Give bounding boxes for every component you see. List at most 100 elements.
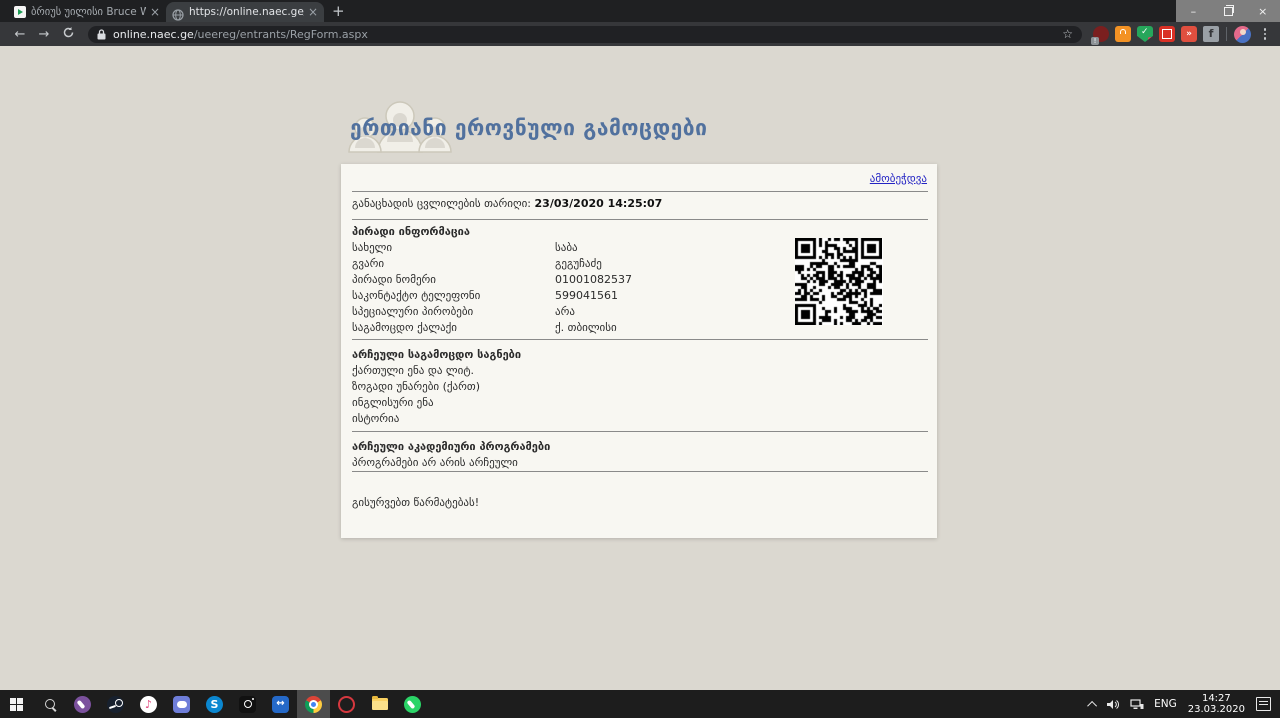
minimize-button[interactable]: – <box>1176 0 1211 22</box>
new-tab-button[interactable]: + <box>332 4 345 19</box>
application-date-line: განაცხადის ცვლილების თარიღი: 23/03/2020 … <box>352 197 662 210</box>
teamviewer-icon: ↔ <box>272 696 289 713</box>
network-icon <box>1130 699 1144 710</box>
row-label: საკონტაქტო ტელეფონი <box>352 288 555 304</box>
row-value: ქ. თბილისი <box>555 320 617 336</box>
browser-toolbar: ← → online.naec.ge /ueereg/entrants/RegF… <box>0 22 1280 46</box>
divider <box>352 191 928 192</box>
taskbar-instagram[interactable] <box>231 690 264 718</box>
section-header: არჩეული საგამოცდო საგნები <box>352 347 926 363</box>
forward-button[interactable]: → <box>32 27 56 42</box>
taskbar-file-explorer[interactable] <box>363 690 396 718</box>
row-label: გვარი <box>352 256 555 272</box>
divider <box>352 219 928 220</box>
taskbar-search-button[interactable] <box>33 690 66 718</box>
browser-tab-naec[interactable]: https://online.naec.ge/ueereg/en × <box>166 2 324 22</box>
row-value: გეგუჩაძე <box>555 256 602 272</box>
taskbar-teamviewer[interactable]: ↔ <box>264 690 297 718</box>
windows-logo-icon <box>10 698 23 711</box>
browser-tab-video[interactable]: ბრიუს უილისი Bruce Willis - ი × <box>8 2 166 22</box>
extension-antivirus-icon[interactable]: ! <box>1137 26 1153 42</box>
taskbar-whatsapp[interactable] <box>396 690 429 718</box>
date-value: 23/03/2020 14:25:07 <box>535 197 663 210</box>
page-content: ერთიანი ეროვნული გამოცდები ამობეჭდვა გან… <box>0 46 1280 690</box>
language-indicator[interactable]: ENG <box>1149 690 1182 718</box>
extension-adblock-icon[interactable] <box>1093 26 1109 42</box>
volume-icon <box>1107 699 1120 710</box>
divider <box>352 339 928 340</box>
taskbar-chrome[interactable] <box>297 690 330 718</box>
row-label: სპეციალური პირობები <box>352 304 555 320</box>
tab-title: ბრიუს უილისი Bruce Willis - ი <box>31 6 146 18</box>
tab-close-icon[interactable]: × <box>150 5 160 19</box>
restore-icon <box>1224 7 1233 16</box>
back-button[interactable]: ← <box>8 27 32 42</box>
subject-item: ინგლისური ენა <box>352 395 926 411</box>
url-domain: online.naec.ge <box>113 28 194 41</box>
row-label: პირადი ნომერი <box>352 272 555 288</box>
programs-empty-text: პროგრამები არ არის არჩეული <box>352 455 926 471</box>
system-tray: ENG 14:27 23.03.2020 <box>1085 690 1280 718</box>
chrome-icon <box>305 696 322 713</box>
window-caption: – × <box>1176 0 1280 22</box>
screen: ბრიუს უილისი Bruce Willis - ი × https://… <box>0 0 1280 718</box>
registration-card: ამობეჭდვა განაცხადის ცვლილების თარიღი: 2… <box>341 164 937 538</box>
chevron-up-icon <box>1087 700 1097 710</box>
restore-button[interactable] <box>1211 0 1246 22</box>
row-value: არა <box>555 304 575 320</box>
network-button[interactable] <box>1125 690 1149 718</box>
row-value: საბა <box>555 240 578 256</box>
start-button[interactable] <box>0 690 33 718</box>
date-label: განაცხადის ცვლილების თარიღი: <box>352 197 531 210</box>
discord-icon <box>173 696 190 713</box>
extension-fast-forward-icon[interactable]: » <box>1181 26 1197 42</box>
subject-item: ისტორია <box>352 411 926 427</box>
tray-expand-button[interactable] <box>1085 690 1102 718</box>
tray-date: 23.03.2020 <box>1188 704 1245 715</box>
divider <box>352 431 928 432</box>
search-icon <box>45 699 55 709</box>
lock-icon <box>97 29 106 40</box>
taskbar-skype[interactable]: S <box>198 690 231 718</box>
print-link[interactable]: ამობეჭდვა <box>870 172 927 185</box>
programs-section: არჩეული აკადემიური პროგრამები პროგრამები… <box>352 439 926 471</box>
whatsapp-icon <box>404 696 421 713</box>
tray-time: 14:27 <box>1188 693 1245 704</box>
row-label: სახელი <box>352 240 555 256</box>
subjects-section: არჩეული საგამოცდო საგნები ქართული ენა და… <box>352 347 926 427</box>
profile-avatar[interactable] <box>1234 26 1251 43</box>
toolbar-separator <box>1226 27 1227 41</box>
itunes-icon: ♪ <box>140 696 157 713</box>
action-center-button[interactable] <box>1251 690 1276 718</box>
tab-title: https://online.naec.ge/ueereg/en <box>189 6 304 18</box>
subject-item: ზოგადი უნარები (ქართ) <box>352 379 926 395</box>
taskbar-viber[interactable] <box>66 690 99 718</box>
globe-favicon-icon <box>172 6 184 18</box>
instagram-icon <box>239 696 256 713</box>
viber-icon <box>74 696 91 713</box>
extension-facebook-icon[interactable]: f <box>1203 26 1219 42</box>
taskbar-discord[interactable] <box>165 690 198 718</box>
taskbar-steam[interactable] <box>99 690 132 718</box>
section-header: არჩეული აკადემიური პროგრამები <box>352 439 926 455</box>
extension-badge: ! <box>1148 37 1156 45</box>
row-value: 599041561 <box>555 288 618 304</box>
volume-button[interactable] <box>1102 690 1125 718</box>
page-title: ერთიანი ეროვნული გამოცდები <box>350 116 707 140</box>
tab-close-icon[interactable]: × <box>308 5 318 19</box>
browser-menu-icon[interactable] <box>1258 26 1272 42</box>
farewell-text: გისურვებთ წარმატებას! <box>352 496 479 509</box>
taskbar-itunes[interactable]: ♪ <box>132 690 165 718</box>
action-center-icon <box>1256 697 1271 711</box>
clock[interactable]: 14:27 23.03.2020 <box>1182 693 1251 715</box>
video-play-favicon-icon <box>14 6 26 18</box>
url-bar[interactable]: online.naec.ge /ueereg/entrants/RegForm.… <box>88 26 1082 43</box>
taskbar-opera[interactable] <box>330 690 363 718</box>
bookmark-star-icon[interactable]: ☆ <box>1062 27 1073 41</box>
close-button[interactable]: × <box>1245 0 1280 22</box>
refresh-button[interactable] <box>56 26 80 43</box>
skype-icon: S <box>206 696 223 713</box>
extension-red-square-icon[interactable] <box>1159 26 1175 42</box>
extension-shopping-icon[interactable] <box>1115 26 1131 42</box>
steam-icon <box>107 696 124 713</box>
